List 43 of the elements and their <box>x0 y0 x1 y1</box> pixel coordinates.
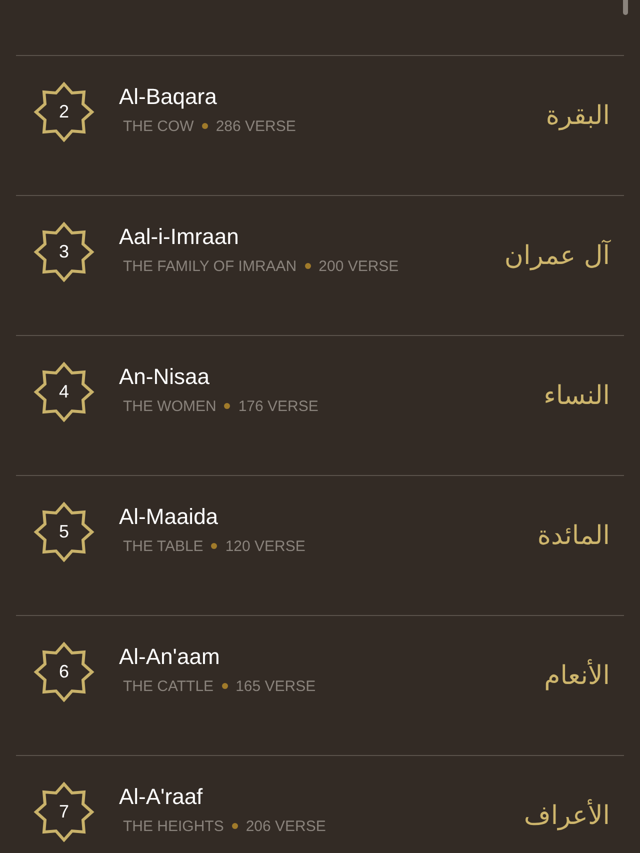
surah-meaning: THE FAMILY OF IMRAAN <box>123 258 297 274</box>
separator-dot-icon <box>232 823 238 829</box>
separator-dot-icon <box>211 543 218 549</box>
surah-number: 4 <box>59 382 69 402</box>
star-badge-icon <box>33 361 95 423</box>
verse-count: 165 VERSE <box>236 678 316 694</box>
separator-dot-icon <box>202 123 208 129</box>
star-badge-icon <box>33 81 95 143</box>
verse-count: 120 VERSE <box>225 538 306 554</box>
surah-meaning: THE WOMEN <box>123 398 216 414</box>
surah-name: Al-An'aam <box>119 644 221 670</box>
arabic-name: آل عمران <box>504 241 610 271</box>
surah-name: Al-Maaida <box>119 504 220 530</box>
arabic-name: الأنعام <box>544 661 610 691</box>
surah-name: Aal-i-Imraan <box>119 224 240 250</box>
surah-name: An-Nisaa <box>119 364 210 390</box>
surah-number: 6 <box>59 662 69 682</box>
arabic-name: المائدة <box>537 521 610 551</box>
star-badge-icon <box>33 501 95 563</box>
surah-name: Al-A'raaf <box>119 784 204 810</box>
verse-count: 200 VERSE <box>318 258 399 274</box>
verse-count: 286 VERSE <box>216 118 296 134</box>
star-badge-icon <box>33 641 95 703</box>
surah-meaning: THE HEIGHTS <box>123 818 224 834</box>
separator-dot-icon <box>304 263 311 269</box>
surah-name: Al-Baqara <box>119 84 218 110</box>
surah-number: 7 <box>59 802 69 822</box>
verse-count: 206 VERSE <box>246 818 326 834</box>
surah-number: 3 <box>59 242 69 262</box>
scrollbar[interactable] <box>623 0 628 15</box>
arabic-name: النساء <box>544 381 610 411</box>
separator-dot-icon <box>222 683 228 689</box>
verse-count: 176 VERSE <box>238 398 318 414</box>
surah-number: 5 <box>59 522 69 542</box>
surah-meaning: THE TABLE <box>123 538 204 554</box>
arabic-name: البقرة <box>546 101 610 131</box>
surah-meaning: THE COW <box>123 118 194 134</box>
arabic-name: الأعراف <box>524 801 610 831</box>
surah-meaning: THE CATTLE <box>123 678 214 694</box>
star-badge-icon <box>33 221 95 283</box>
star-badge-icon <box>33 781 95 843</box>
surah-number: 2 <box>59 102 69 122</box>
separator-dot-icon <box>224 403 230 409</box>
